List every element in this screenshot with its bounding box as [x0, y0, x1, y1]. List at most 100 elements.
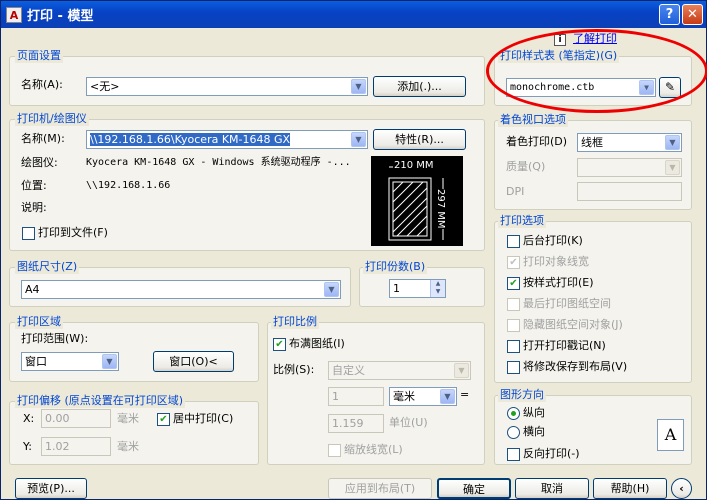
scale-lineweights-label: 缩放线宽(L) — [344, 443, 403, 456]
plot-option-label: 打开打印戳记(N) — [523, 339, 606, 352]
scale-value2-field[interactable]: 1.159 — [328, 414, 384, 433]
plot-option-label: 将修改保存到布局(V) — [523, 360, 628, 373]
offset-y-unit: 毫米 — [117, 440, 139, 453]
portrait-label: 纵向 — [523, 406, 545, 419]
printer-properties-button[interactable]: 特性(R)... — [373, 129, 466, 150]
shade-plot-label: 着色打印(D) — [506, 135, 568, 148]
spinner-arrows-icon[interactable]: ▲ ▼ — [430, 280, 445, 297]
page-setup-name-value: <无> — [90, 80, 120, 93]
description-label: 说明: — [21, 201, 47, 214]
page-setup-group-label: 页面设置 — [15, 49, 63, 63]
printer-name-value: \\192.168.1.66\Kyocera KM-1648 GX — [90, 133, 291, 146]
plot-option-checkbox[interactable] — [507, 235, 520, 248]
plot-option-checkbox[interactable] — [507, 319, 520, 332]
print-dialog: A 打印 - 模型 ? ✕ 页面设置 名称(A): <无> ▼ 添加(.)... … — [0, 0, 707, 500]
scale-equals: = — [460, 388, 470, 401]
plot-option-label: 后台打印(K) — [523, 234, 583, 247]
offset-x-label: X: — [23, 412, 35, 425]
ok-button[interactable]: 确定 — [437, 478, 511, 499]
portrait-radio[interactable] — [507, 407, 520, 420]
chevron-down-icon[interactable]: ▼ — [351, 79, 366, 94]
paper-size-group-label: 图纸尺寸(Z) — [15, 260, 80, 274]
plot-option-checkbox[interactable] — [507, 298, 520, 311]
scale-label: 比例(S): — [273, 363, 315, 376]
scale-value: 自定义 — [332, 364, 365, 377]
plot-option-checkbox[interactable]: ✔ — [507, 277, 520, 290]
help-button[interactable]: 帮助(H) — [593, 478, 667, 499]
offset-x-unit: 毫米 — [117, 412, 139, 425]
chevron-down-icon[interactable]: ▼ — [665, 135, 680, 150]
dpi-label: DPI — [506, 185, 525, 198]
plot-option-checkbox[interactable] — [507, 340, 520, 353]
center-plot-label: 居中打印(C) — [173, 412, 234, 425]
plot-option-label: 最后打印图纸空间 — [523, 297, 611, 310]
printer-name-combo[interactable]: \\192.168.1.66\Kyocera KM-1648 GX ▼ — [86, 130, 368, 149]
title-bar: A 打印 - 模型 ? ✕ — [1, 1, 706, 28]
print-offset-group-label: 打印偏移 (原点设置在可打印区域) — [15, 394, 186, 408]
offset-y-field[interactable]: 1.02 — [41, 437, 111, 456]
chevron-down-icon[interactable]: ▼ — [454, 363, 469, 378]
scale-combo[interactable]: 自定义 ▼ — [328, 361, 471, 380]
scale-lineweights-checkbox[interactable] — [328, 444, 341, 457]
print-range-value: 窗口 — [25, 355, 47, 368]
close-icon[interactable]: ✕ — [682, 4, 703, 25]
fit-to-paper-label: 布满图纸(I) — [289, 337, 345, 350]
plot-option-checkbox[interactable]: ✔ — [507, 256, 520, 269]
scale-unit-combo[interactable]: 毫米 ▼ — [389, 387, 457, 406]
orientation-preview-icon: A — [657, 419, 684, 451]
window-title: 打印 - 模型 — [27, 9, 94, 24]
scale-value1-field[interactable]: 1 — [328, 387, 384, 406]
print-range-combo[interactable]: 窗口 ▼ — [21, 352, 119, 371]
scale-unit2-label: 单位(U) — [389, 416, 428, 429]
center-plot-checkbox[interactable]: ✔ — [157, 413, 170, 426]
chevron-down-icon[interactable]: ▼ — [440, 389, 455, 404]
window-select-button[interactable]: 窗口(O)< — [153, 351, 234, 372]
print-scale-group-label: 打印比例 — [271, 315, 319, 329]
print-to-file-checkbox[interactable] — [22, 227, 35, 240]
chevron-down-icon[interactable]: ▼ — [665, 160, 680, 175]
page-setup-name-combo[interactable]: <无> ▼ — [86, 77, 368, 96]
plot-option-label: 按样式打印(E) — [523, 276, 594, 289]
help-icon[interactable]: ? — [659, 4, 680, 25]
plot-options-group-label: 打印选项 — [498, 214, 546, 228]
red-highlight-annotation — [486, 29, 707, 113]
autocad-app-icon: A — [6, 6, 22, 23]
chevron-down-icon[interactable]: ▼ — [102, 354, 117, 369]
copies-stepper[interactable]: 1 ▲ ▼ — [389, 279, 446, 298]
dpi-field[interactable] — [577, 182, 682, 201]
print-area-group-label: 打印区域 — [15, 315, 63, 329]
copies-group-label: 打印份数(B) — [363, 260, 428, 274]
offset-y-label: Y: — [23, 440, 32, 453]
shaded-viewport-group-label: 着色视口选项 — [498, 113, 568, 127]
paper-height-label: 297 MM — [435, 189, 446, 229]
copies-value: 1 — [393, 282, 400, 295]
paper-preview: 210 MM 297 MM — [371, 156, 463, 246]
orientation-group-label: 图形方向 — [498, 388, 546, 402]
upside-down-checkbox[interactable] — [507, 448, 520, 461]
upside-down-label: 反向打印(-) — [523, 447, 580, 460]
location-label: 位置: — [21, 179, 47, 192]
scale-unit-value: 毫米 — [393, 390, 415, 403]
plotter-value: Kyocera KM-1648 GX - Windows 系统驱动程序 -... — [86, 157, 351, 168]
landscape-radio[interactable] — [507, 426, 520, 439]
plot-option-label: 隐藏图纸空间对象(J) — [523, 318, 623, 331]
quality-combo[interactable]: ▼ — [577, 158, 682, 177]
plot-option-checkbox[interactable] — [507, 361, 520, 374]
paper-size-value: A4 — [25, 283, 40, 296]
apply-to-layout-button[interactable]: 应用到布局(T) — [328, 478, 432, 499]
fit-to-paper-checkbox[interactable]: ✔ — [273, 338, 286, 351]
preview-button[interactable]: 预览(P)... — [15, 478, 87, 499]
chevron-down-icon[interactable]: ▼ — [351, 132, 366, 147]
shade-plot-combo[interactable]: 线框 ▼ — [577, 133, 682, 152]
location-value: \\192.168.1.66 — [86, 180, 171, 191]
plot-option-label: 打印对象线宽 — [523, 255, 589, 268]
add-page-setup-button[interactable]: 添加(.)... — [373, 76, 466, 97]
collapse-arrow-icon[interactable]: ‹ — [671, 478, 692, 499]
paper-size-combo[interactable]: A4 ▼ — [21, 280, 341, 299]
print-to-file-label: 打印到文件(F) — [38, 226, 108, 239]
chevron-down-icon[interactable]: ▼ — [324, 282, 339, 297]
cancel-button[interactable]: 取消 — [515, 478, 589, 499]
print-range-label: 打印范围(W): — [21, 332, 89, 345]
offset-x-field[interactable]: 0.00 — [41, 409, 111, 428]
paper-width-label: 210 MM — [393, 160, 435, 171]
